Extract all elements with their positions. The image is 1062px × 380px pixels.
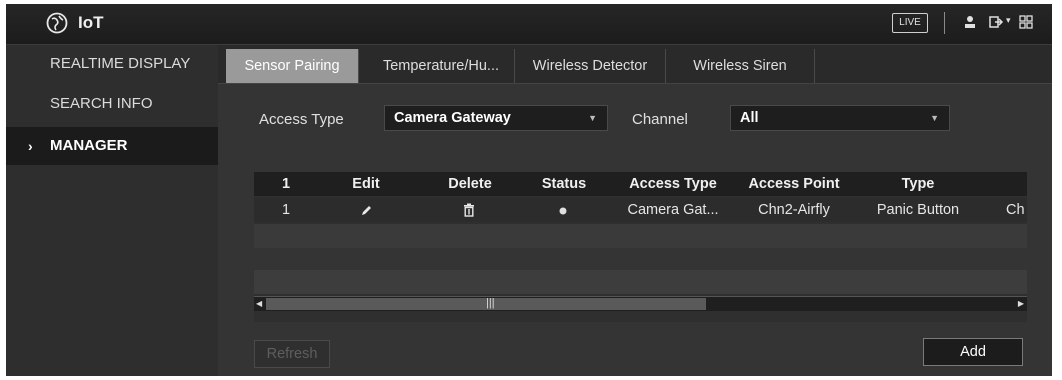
column-header: 1 xyxy=(281,176,291,192)
access-type-select[interactable]: Camera Gateway ▼ xyxy=(384,105,608,131)
trash-icon[interactable] xyxy=(463,203,475,217)
scroll-thumb[interactable]: ||| xyxy=(266,297,706,310)
chevron-down-icon: ▼ xyxy=(930,113,939,123)
scroll-left-icon[interactable]: ◀ xyxy=(256,297,262,311)
chevron-right-icon: › xyxy=(28,138,33,154)
sidebar-item-search-info[interactable]: SEARCH INFO xyxy=(6,85,218,123)
access-type-value: Camera Gateway xyxy=(394,110,511,126)
top-bar: IoT LIVE ▾ xyxy=(6,4,1052,45)
refresh-button[interactable]: Refresh xyxy=(254,340,330,368)
chevron-down-icon[interactable]: ▾ xyxy=(1006,15,1011,26)
globe-icon xyxy=(46,12,68,34)
cell-channel: Ch xyxy=(1006,202,1025,218)
tab-sensor-pairing[interactable]: Sensor Pairing xyxy=(226,49,359,83)
divider xyxy=(944,12,945,34)
cell-access-type: Camera Gat... xyxy=(627,202,719,218)
channel-label: Channel xyxy=(632,111,688,128)
horizontal-scrollbar[interactable]: ◀ ||| ▶ xyxy=(254,296,1027,311)
tab-bar: Sensor Pairing Temperature/Hu... Wireles… xyxy=(218,45,1052,84)
chevron-down-icon: ▼ xyxy=(588,113,597,123)
channel-value: All xyxy=(740,110,759,126)
table-header: 1 Edit Delete Status Access Type Access … xyxy=(254,172,1027,196)
live-button[interactable]: LIVE xyxy=(892,13,928,33)
cell-access-point: Chn2-Airfly xyxy=(758,202,830,218)
tab-temperature-humidity[interactable]: Temperature/Hu... xyxy=(368,49,515,83)
table-row xyxy=(254,270,1027,294)
tab-wireless-siren[interactable]: Wireless Siren xyxy=(666,49,815,83)
pencil-icon[interactable] xyxy=(360,204,373,217)
sidebar: REALTIME DISPLAY SEARCH INFO › MANAGER xyxy=(6,45,218,376)
table-row xyxy=(254,224,1027,248)
app-title: IoT xyxy=(78,13,104,32)
column-header: Access Point xyxy=(748,176,840,192)
status-dot-icon xyxy=(559,207,567,215)
sensor-table: 1 Edit Delete Status Access Type Access … xyxy=(254,172,1027,322)
sidebar-item-label: REALTIME DISPLAY xyxy=(50,55,191,72)
cell-type: Panic Button xyxy=(876,202,960,218)
channel-select[interactable]: All ▼ xyxy=(730,105,950,131)
column-header: Access Type xyxy=(629,176,717,192)
add-button[interactable]: Add xyxy=(923,338,1023,366)
app-window: IoT LIVE ▾ REALTIME DISPLAY SEARCH INFO … xyxy=(6,4,1052,376)
row-index: 1 xyxy=(281,202,291,218)
column-header: Edit xyxy=(352,176,380,192)
logout-icon[interactable] xyxy=(988,14,1004,30)
tab-wireless-detector[interactable]: Wireless Detector xyxy=(515,49,666,83)
column-header: Type xyxy=(901,176,935,192)
grip-icon: ||| xyxy=(486,297,495,309)
table-row[interactable]: 1 Camera Gat... Chn2-Airfly Panic Button… xyxy=(254,198,1027,222)
column-header: Delete xyxy=(448,176,492,192)
grid-icon[interactable] xyxy=(1018,14,1034,30)
user-icon[interactable] xyxy=(962,14,978,30)
column-header: Status xyxy=(541,176,587,192)
sidebar-item-realtime-display[interactable]: REALTIME DISPLAY xyxy=(6,45,218,83)
sidebar-item-label: SEARCH INFO xyxy=(50,95,153,112)
sidebar-item-manager[interactable]: › MANAGER xyxy=(6,127,218,165)
sidebar-item-label: MANAGER xyxy=(50,137,128,154)
table-row xyxy=(254,248,1027,272)
scroll-right-icon[interactable]: ▶ xyxy=(1018,297,1024,311)
access-type-label: Access Type xyxy=(259,111,344,128)
